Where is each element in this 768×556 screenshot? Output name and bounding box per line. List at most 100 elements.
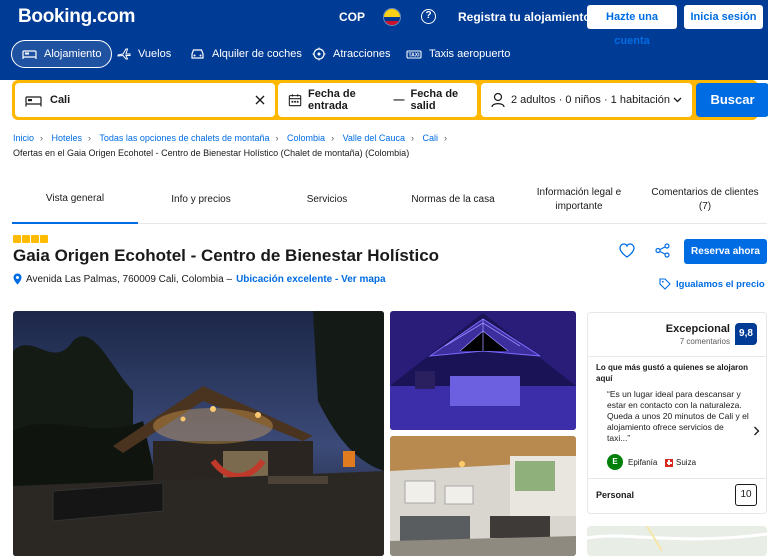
review-summary-card: Excepcional 7 comentarios 9,8 Lo que más… [587, 312, 767, 514]
breadcrumb-link[interactable]: Valle del Cauca [343, 133, 405, 143]
property-title: Gaia Origen Ecohotel - Centro de Bienest… [13, 246, 440, 265]
swiss-flag-icon [665, 458, 673, 467]
language-flag-icon[interactable] [383, 8, 401, 26]
breadcrumb-link[interactable]: Colombia [287, 133, 325, 143]
nav-flights-label: Vuelos [138, 48, 172, 60]
plane-icon [117, 48, 131, 60]
nav-attractions[interactable]: Atracciones [302, 40, 400, 68]
nav-stays[interactable]: Alojamiento [11, 40, 113, 68]
nav-airport-taxis[interactable]: TAXI Taxis aeropuerto [396, 40, 520, 68]
calendar-icon [288, 94, 302, 107]
tab-overview[interactable]: Vista general [12, 176, 138, 224]
dates-field[interactable]: Fecha de entrada — Fecha de salid [278, 83, 477, 117]
destination-field[interactable]: Cali [15, 83, 275, 117]
location-pin-icon [13, 273, 22, 285]
photo-dome-room[interactable] [390, 311, 576, 430]
breadcrumb: Inicio › Hoteles › Todas las opciones de c… [13, 133, 453, 143]
signin-button[interactable]: Inicia sesión [684, 5, 763, 29]
reviewer-name: Epifanía [628, 458, 658, 467]
map-link[interactable]: Ubicación excelente - Ver mapa [236, 274, 386, 285]
tab-facilities[interactable]: Servicios [264, 176, 390, 224]
guests-value: 2 adultos · 0 niños · 1 habitación [511, 94, 670, 106]
nav-car-rental[interactable]: Alquiler de coches [180, 40, 312, 68]
checkin-label: Fecha de entrada [308, 88, 356, 112]
divider [588, 356, 766, 357]
tab-info-prices[interactable]: Info y precios [138, 176, 264, 224]
price-match-label: Igualamos el precio [676, 278, 765, 290]
star-icon [22, 235, 30, 243]
bed-icon [25, 95, 42, 106]
liked-heading: Lo que más gustó a quienes se alojaron a… [596, 363, 749, 383]
dome-room-image [390, 311, 576, 430]
guests-field[interactable]: 2 adultos · 0 niños · 1 habitación [481, 83, 692, 117]
reviewer-country: Suiza [665, 458, 696, 467]
main-photo[interactable] [13, 311, 384, 556]
tab-house-rules[interactable]: Normas de la casa [390, 176, 516, 224]
booking-logo[interactable]: Booking.com [18, 6, 135, 28]
breadcrumb-separator: › [410, 133, 414, 143]
register-button[interactable]: Hazte una cuenta [587, 5, 677, 47]
site-header: Booking.com COP ? Registra tu alojamient… [0, 0, 768, 80]
nav-stays-label: Alojamiento [44, 48, 102, 60]
breadcrumb-separator: › [331, 133, 335, 143]
avatar: E [607, 454, 623, 470]
nav-airport-taxis-label: Taxis aeropuerto [429, 48, 511, 60]
map-preview[interactable] [586, 525, 768, 556]
attractions-icon [312, 47, 326, 61]
reserve-button[interactable]: Reserva ahora [684, 239, 767, 264]
chevron-right-icon[interactable] [753, 426, 760, 436]
date-separator: — [393, 94, 405, 106]
review-score-badge: 9,8 [735, 323, 757, 345]
taxi-icon: TAXI [406, 50, 422, 59]
clear-icon[interactable] [255, 95, 265, 105]
chevron-down-icon [673, 97, 682, 103]
tab-guest-reviews[interactable]: Comentarios de clientes (7) [642, 176, 768, 224]
checkout-label: Fecha de salid [410, 88, 459, 112]
address-text: Avenida Las Palmas, 760009 Cali, Colombi… [26, 273, 233, 285]
help-icon[interactable]: ? [421, 9, 436, 24]
destination-value: Cali [50, 94, 71, 106]
nav-flights[interactable]: Vuelos [107, 40, 181, 68]
search-bar: Cali Fecha de entrada — Fecha de salid 2… [12, 80, 768, 120]
nav-attractions-label: Atracciones [333, 48, 391, 60]
share-icon[interactable] [655, 243, 670, 258]
search-button[interactable]: Buscar [696, 83, 768, 117]
currency-selector[interactable]: COP [339, 10, 365, 24]
car-icon [191, 49, 204, 59]
review-count[interactable]: 7 comentarios [680, 337, 730, 346]
breadcrumb-separator: › [88, 133, 92, 143]
main-photo-image [13, 311, 384, 556]
category-score: 10 [735, 484, 757, 506]
divider [588, 478, 766, 479]
bed-icon [22, 50, 37, 59]
breadcrumb-link[interactable]: Hoteles [52, 133, 83, 143]
person-icon [491, 92, 505, 108]
price-match-link[interactable]: Igualamos el precio [659, 278, 765, 290]
breadcrumb-current: Ofertas en el Gaia Origen Ecohotel - Cen… [13, 148, 410, 158]
heart-icon[interactable] [619, 243, 635, 258]
tag-icon [659, 278, 671, 290]
star-icon [40, 235, 48, 243]
star-rating [13, 235, 48, 243]
breadcrumb-link[interactable]: Todas las opciones de chalets de montaña [99, 133, 269, 143]
breadcrumb-separator: › [275, 133, 279, 143]
photo-interior[interactable] [390, 436, 576, 556]
breadcrumb-separator: › [443, 133, 447, 143]
list-property-link[interactable]: Registra tu alojamiento [458, 10, 591, 24]
reviewer-country-label: Suiza [676, 458, 697, 467]
breadcrumb-separator: › [40, 133, 44, 143]
review-quote: “Es un lugar ideal para descansar y esta… [607, 389, 749, 443]
score-label: Excepcional [665, 323, 730, 335]
interior-image [390, 436, 576, 556]
star-icon [31, 235, 39, 243]
breadcrumb-link[interactable]: Cali [422, 133, 438, 143]
tab-legal-info[interactable]: Información legal e importante [516, 176, 642, 224]
nav-car-rental-label: Alquiler de coches [212, 48, 302, 60]
property-tabs: Vista general Info y precios Servicios N… [12, 176, 767, 224]
map-image [586, 525, 768, 552]
property-address: Avenida Las Palmas, 760009 Cali, Colombi… [13, 273, 386, 285]
breadcrumb-link[interactable]: Inicio [13, 133, 34, 143]
svg-text:TAXI: TAXI [408, 53, 420, 59]
star-icon [13, 235, 21, 243]
category-label: Personal [596, 490, 635, 500]
